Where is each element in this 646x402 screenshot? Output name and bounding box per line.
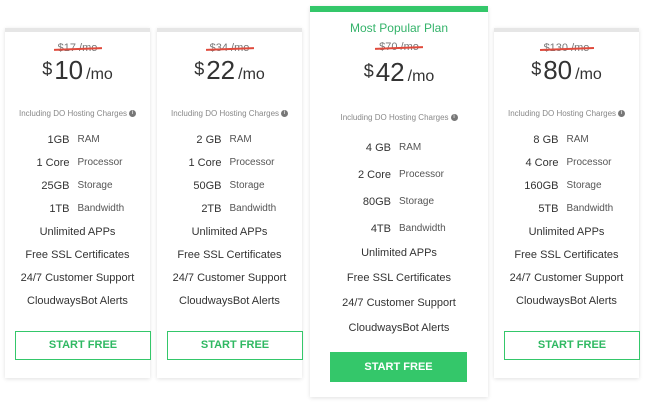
spec-storage: 80GB Storage — [362, 195, 435, 208]
price: $80/mo — [494, 55, 639, 89]
spec-ram: 1GB RAM — [47, 133, 100, 146]
spec-ram: 2 GB RAM — [196, 133, 252, 146]
feature-unlimited-apps: Unlimited APPs — [361, 247, 437, 259]
spec-storage: 50GB Storage — [193, 179, 265, 192]
card-top-border — [310, 6, 488, 12]
feature-bot-alerts: CloudwaysBot Alerts — [516, 295, 617, 307]
spec-ram: 8 GB RAM — [533, 133, 589, 146]
feature-bot-alerts: CloudwaysBot Alerts — [27, 295, 128, 307]
spec-bandwidth: 5TB Bandwidth — [538, 202, 614, 215]
plan-card-3-featured: Most Popular Plan $70 /mo $42/mo Includi… — [310, 6, 488, 397]
spec-processor: 2 Core Processor — [357, 168, 445, 181]
hosting-note: Including DO Hosting Charges i — [157, 109, 302, 118]
plan-card-4: $130 /mo $80/mo Including DO Hosting Cha… — [494, 28, 640, 378]
price-amount: 42 — [375, 57, 405, 87]
spec-storage: 25GB Storage — [41, 179, 113, 192]
spec-processor: 1 Core Processor — [36, 156, 123, 169]
info-icon[interactable]: i — [129, 110, 137, 118]
spec-processor: 4 Core Processor — [525, 156, 612, 169]
currency-symbol: $ — [363, 61, 374, 81]
feature-bot-alerts: CloudwaysBot Alerts — [179, 295, 280, 307]
start-free-button[interactable]: START FREE — [167, 331, 303, 360]
feature-support: 24/7 Customer Support — [509, 272, 624, 284]
feature-ssl: Free SSL Certificates — [514, 249, 619, 261]
feature-unlimited-apps: Unlimited APPs — [191, 226, 268, 238]
hosting-note: Including DO Hosting Charges i — [5, 109, 150, 118]
spec-storage: 160GB Storage — [524, 179, 602, 192]
most-popular-label: Most Popular Plan — [349, 21, 449, 35]
start-free-button[interactable]: START FREE — [504, 331, 640, 360]
price-period: /mo — [407, 68, 435, 85]
info-icon[interactable]: i — [281, 110, 289, 118]
price-amount: 22 — [206, 55, 236, 85]
start-free-button[interactable]: START FREE — [15, 331, 151, 360]
price: $42/mo — [310, 54, 488, 97]
feature-unlimited-apps: Unlimited APPs — [528, 226, 605, 238]
currency-symbol: $ — [194, 59, 205, 79]
feature-bot-alerts: CloudwaysBot Alerts — [348, 322, 450, 334]
feature-support: 24/7 Customer Support — [342, 297, 456, 309]
old-price: $130 /mo — [543, 42, 590, 54]
plan-card-2: $34 /mo $22/mo Including DO Hosting Char… — [157, 28, 303, 378]
price-amount: 80 — [543, 55, 573, 85]
currency-symbol: $ — [42, 59, 53, 79]
feature-ssl: Free SSL Certificates — [177, 249, 282, 261]
plan-card-1: $17 /mo $10/mo Including DO Hosting Char… — [5, 28, 151, 378]
hosting-note: Including DO Hosting Charges i — [494, 109, 639, 118]
spec-bandwidth: 4TB Bandwidth — [370, 222, 446, 235]
spec-bandwidth: 2TB Bandwidth — [201, 202, 277, 215]
info-icon[interactable]: i — [618, 110, 626, 118]
price: $22/mo — [157, 55, 302, 89]
old-price: $70 /mo — [379, 41, 419, 53]
currency-symbol: $ — [531, 59, 542, 79]
feature-ssl: Free SSL Certificates — [346, 272, 452, 284]
price-period: /mo — [238, 66, 265, 83]
start-free-button[interactable]: START FREE — [330, 352, 467, 382]
old-price: $34 /mo — [209, 42, 250, 54]
feature-support: 24/7 Customer Support — [172, 272, 287, 284]
spec-processor: 1 Core Processor — [188, 156, 275, 169]
price-amount: 10 — [54, 55, 84, 85]
feature-ssl: Free SSL Certificates — [25, 249, 130, 261]
old-price: $17 /mo — [57, 42, 98, 54]
feature-support: 24/7 Customer Support — [20, 272, 135, 284]
feature-unlimited-apps: Unlimited APPs — [39, 226, 116, 238]
price-period: /mo — [86, 66, 113, 83]
price-period: /mo — [575, 66, 602, 83]
spec-ram: 4 GB RAM — [365, 141, 422, 154]
info-icon[interactable]: i — [450, 114, 458, 122]
hosting-note: Including DO Hosting Charges i — [310, 113, 488, 122]
spec-bandwidth: 1TB Bandwidth — [49, 202, 125, 215]
price: $10/mo — [5, 55, 150, 89]
